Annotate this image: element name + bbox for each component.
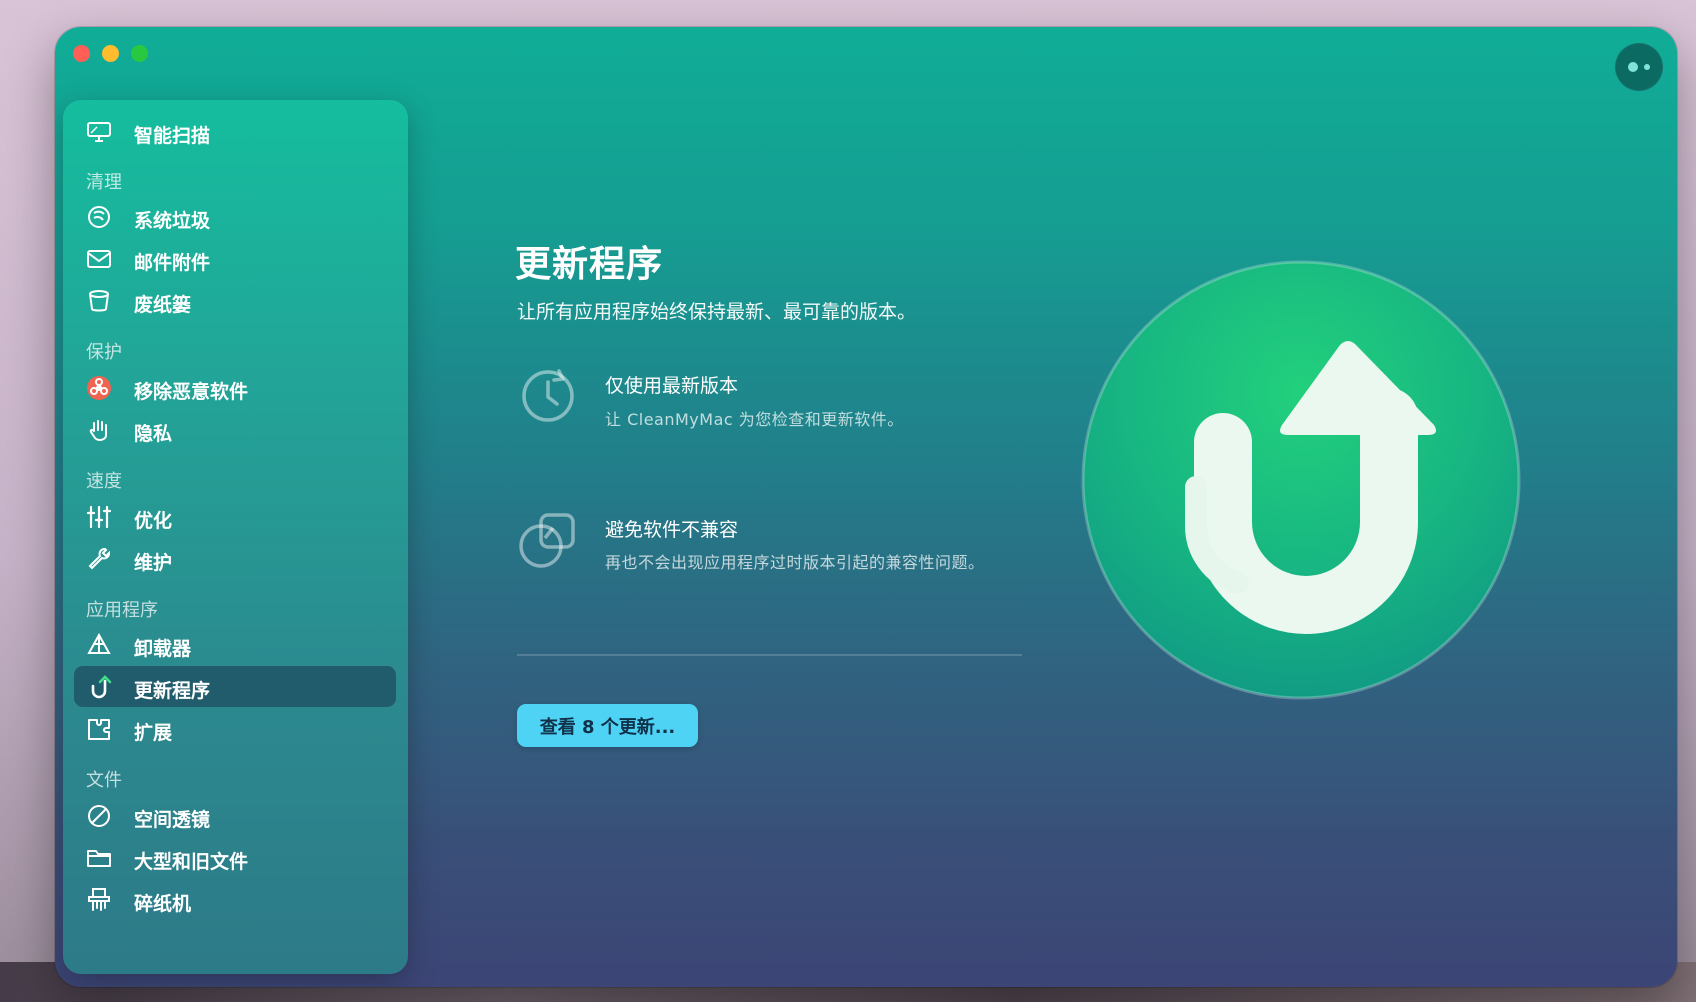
feature-title: 仅使用最新版本 — [605, 375, 739, 397]
sidebar-item-optimization[interactable]: 优化 — [74, 496, 396, 537]
sidebar-item-label: 智能扫描 — [134, 125, 211, 147]
divider — [517, 654, 1022, 656]
feature-title: 避免软件不兼容 — [605, 519, 739, 541]
wrench-icon — [86, 546, 112, 572]
sidebar-item-malware-removal[interactable]: 移除恶意软件 — [74, 367, 396, 408]
assistant-button[interactable] — [1615, 43, 1663, 91]
uninstaller-icon — [86, 632, 112, 658]
sidebar-item-label: 邮件附件 — [134, 252, 211, 274]
sidebar-item-space-lens[interactable]: 空间透镜 — [74, 795, 396, 836]
sidebar-item-label: 卸载器 — [134, 638, 192, 660]
mail-icon — [86, 246, 112, 272]
zoom-button[interactable] — [131, 45, 148, 62]
assistant-eyes-icon — [1628, 62, 1638, 72]
sidebar-item-extensions[interactable]: 扩展 — [74, 708, 396, 749]
updater-icon — [86, 674, 112, 700]
sidebar-item-label: 隐私 — [134, 423, 173, 445]
sidebar-item-trash[interactable]: 废纸篓 — [74, 280, 396, 321]
section-label-files: 文件 — [86, 770, 122, 791]
sidebar: 智能扫描 清理 系统垃圾 邮件附件 废纸篓 保护 移除恶意软件 隐私 速度 优化… — [63, 100, 408, 974]
close-button[interactable] — [73, 45, 90, 62]
sidebar-item-label: 优化 — [134, 510, 173, 532]
trash-icon — [86, 288, 112, 314]
sidebar-item-maintenance[interactable]: 维护 — [74, 538, 396, 579]
window-controls — [73, 45, 148, 62]
minimize-button[interactable] — [102, 45, 119, 62]
sidebar-item-uninstaller[interactable]: 卸载器 — [74, 624, 396, 665]
sidebar-item-smart-scan[interactable]: 智能扫描 — [74, 111, 396, 152]
system-junk-icon — [86, 204, 112, 230]
assistant-eye-small — [1644, 64, 1650, 70]
app-window: 智能扫描 清理 系统垃圾 邮件附件 废纸篓 保护 移除恶意软件 隐私 速度 优化… — [55, 27, 1677, 987]
sidebar-item-label: 空间透镜 — [134, 809, 211, 831]
space-lens-icon — [86, 803, 112, 829]
hand-icon — [86, 417, 112, 443]
section-label-speed: 速度 — [86, 471, 122, 492]
sidebar-item-label: 碎纸机 — [134, 893, 192, 915]
view-updates-button[interactable]: 查看 8 个更新... — [517, 704, 698, 747]
overlap-squares-icon — [519, 513, 575, 568]
sidebar-item-label: 扩展 — [134, 722, 173, 744]
feature-description: 再也不会出现应用程序过时版本引起的兼容性问题。 — [605, 553, 985, 572]
page-subtitle: 让所有应用程序始终保持最新、最可靠的版本。 — [517, 301, 917, 323]
sidebar-item-label: 废纸篓 — [134, 294, 192, 316]
page-title: 更新程序 — [515, 244, 664, 285]
sidebar-item-label: 大型和旧文件 — [134, 851, 249, 873]
feature-description: 让 CleanMyMac 为您检查和更新软件。 — [605, 410, 904, 429]
section-label-cleanup: 清理 — [86, 172, 122, 193]
sidebar-item-label: 更新程序 — [134, 680, 211, 702]
sidebar-item-shredder[interactable]: 碎纸机 — [74, 879, 396, 920]
shredder-icon — [86, 887, 112, 913]
sidebar-item-large-old-files[interactable]: 大型和旧文件 — [74, 837, 396, 878]
sidebar-item-privacy[interactable]: 隐私 — [74, 409, 396, 450]
sidebar-item-mail-attachments[interactable]: 邮件附件 — [74, 238, 396, 279]
clock-refresh-icon — [522, 369, 574, 422]
sidebar-item-updater[interactable]: 更新程序 — [74, 666, 396, 707]
sidebar-item-label: 维护 — [134, 552, 173, 574]
folder-icon — [86, 845, 112, 871]
section-label-applications: 应用程序 — [86, 600, 158, 621]
sliders-icon — [86, 504, 112, 530]
sidebar-item-system-junk[interactable]: 系统垃圾 — [74, 196, 396, 237]
sidebar-item-label: 系统垃圾 — [134, 210, 211, 232]
sidebar-item-label: 移除恶意软件 — [134, 381, 249, 403]
updater-hero-icon — [1081, 260, 1521, 700]
monitor-scan-icon — [86, 119, 112, 145]
section-label-protection: 保护 — [86, 342, 122, 363]
biohazard-icon — [86, 375, 112, 401]
extensions-icon — [86, 716, 112, 742]
